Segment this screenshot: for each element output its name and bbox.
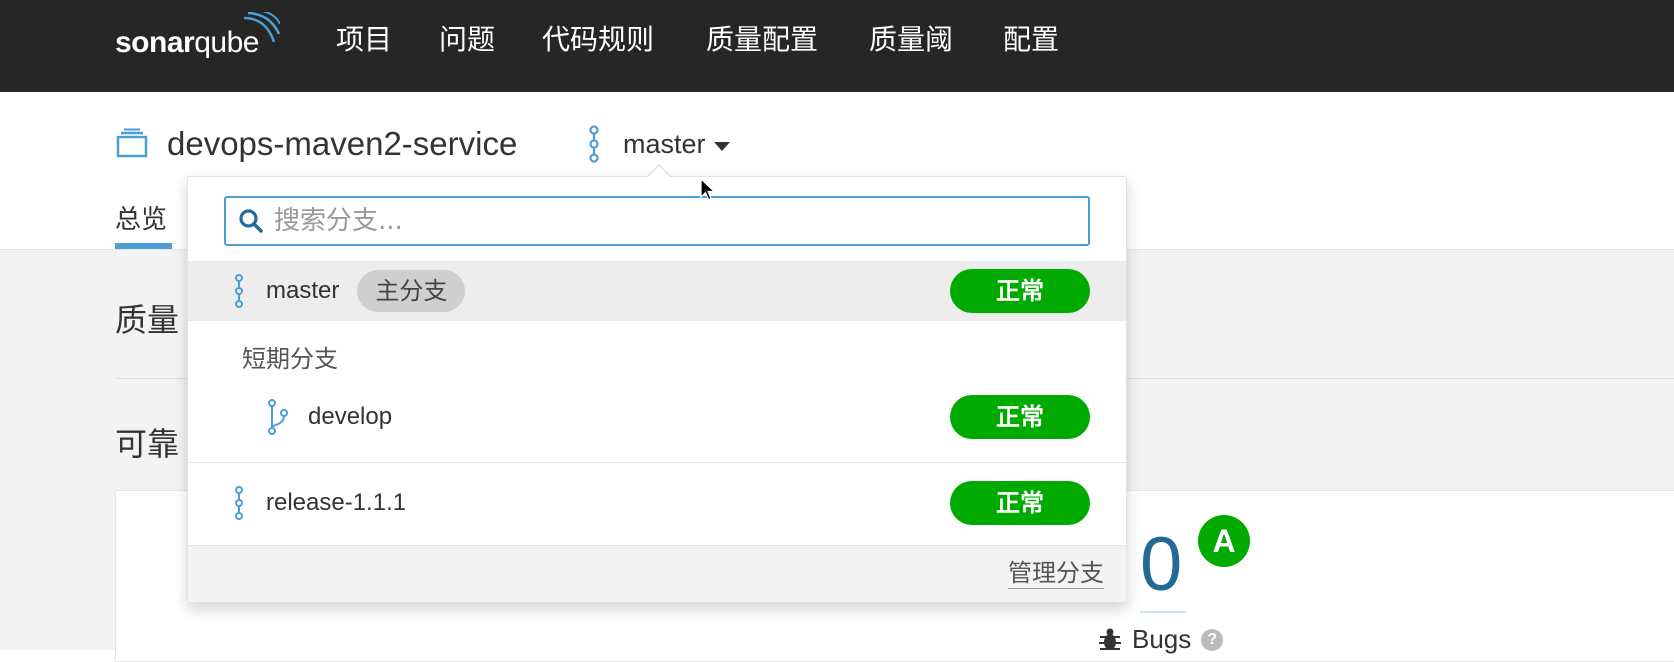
branch-selector-label: master: [623, 129, 706, 159]
dropdown-arrow-fill: [648, 166, 670, 177]
bugs-label: Bugs: [1132, 624, 1192, 654]
logo-waves-icon: [243, 12, 280, 43]
project-icon: [116, 128, 148, 158]
long-branch-icon: [235, 486, 243, 520]
bugs-count-underline: [1140, 611, 1186, 613]
caret-down-icon: [713, 141, 730, 151]
branch-name: develop: [308, 403, 393, 430]
quality-gate-title: 质量: [115, 301, 180, 339]
bugs-label-row: Bugs ?: [1098, 624, 1224, 655]
branch-name: release-1.1.1: [266, 489, 407, 516]
sonarqube-logo[interactable]: sonar qube: [115, 12, 280, 60]
project-name[interactable]: devops-maven2-service: [167, 124, 517, 164]
branch-row-release[interactable]: release-1.1.1 正常: [188, 473, 1126, 533]
nav-projects[interactable]: 项目: [336, 20, 392, 60]
branch-search-input[interactable]: [274, 206, 1054, 236]
bugs-count[interactable]: 0: [1140, 520, 1182, 610]
tab-overview[interactable]: 总览: [115, 202, 167, 238]
short-branches-group-label: 短期分支: [242, 345, 338, 373]
search-icon: [239, 209, 263, 233]
quality-gate-status-badge: 正常: [950, 395, 1090, 439]
reliability-title: 可靠: [115, 425, 180, 463]
group-divider: [188, 462, 1126, 463]
nav-issues[interactable]: 问题: [439, 20, 495, 60]
nav-rules[interactable]: 代码规则: [542, 20, 654, 60]
main-branch-tag: 主分支: [357, 270, 466, 312]
branch-search-box[interactable]: [224, 196, 1090, 246]
top-navbar: sonar qube 项目 问题 代码规则 质量配置 质量阈 配置: [0, 0, 1674, 92]
mouse-cursor-icon: [700, 178, 716, 201]
branch-dropdown: master 主分支 正常 短期分支 develop 正常 release-1.…: [187, 176, 1127, 603]
nav-quality-profiles[interactable]: 质量配置: [706, 20, 818, 60]
branch-row-master[interactable]: master 主分支 正常: [188, 261, 1126, 321]
branch-selector-button[interactable]: master: [623, 124, 730, 164]
long-branch-icon: [589, 125, 599, 163]
branch-row-develop[interactable]: develop 正常: [188, 387, 1126, 447]
logo-text-bold: sonar: [115, 26, 195, 59]
reliability-rating-badge[interactable]: A: [1198, 515, 1250, 567]
dropdown-footer: 管理分支: [188, 545, 1126, 602]
long-branch-icon: [235, 274, 243, 308]
nav-quality-gates[interactable]: 质量阈: [869, 20, 953, 60]
manage-branches-link[interactable]: 管理分支: [1008, 558, 1104, 589]
branch-name: master: [266, 277, 340, 304]
short-branch-icon: [268, 399, 288, 435]
help-icon[interactable]: ?: [1201, 628, 1224, 651]
quality-gate-status-badge: 正常: [950, 481, 1090, 525]
nav-administration[interactable]: 配置: [1003, 20, 1059, 60]
quality-gate-status-badge: 正常: [950, 269, 1090, 313]
